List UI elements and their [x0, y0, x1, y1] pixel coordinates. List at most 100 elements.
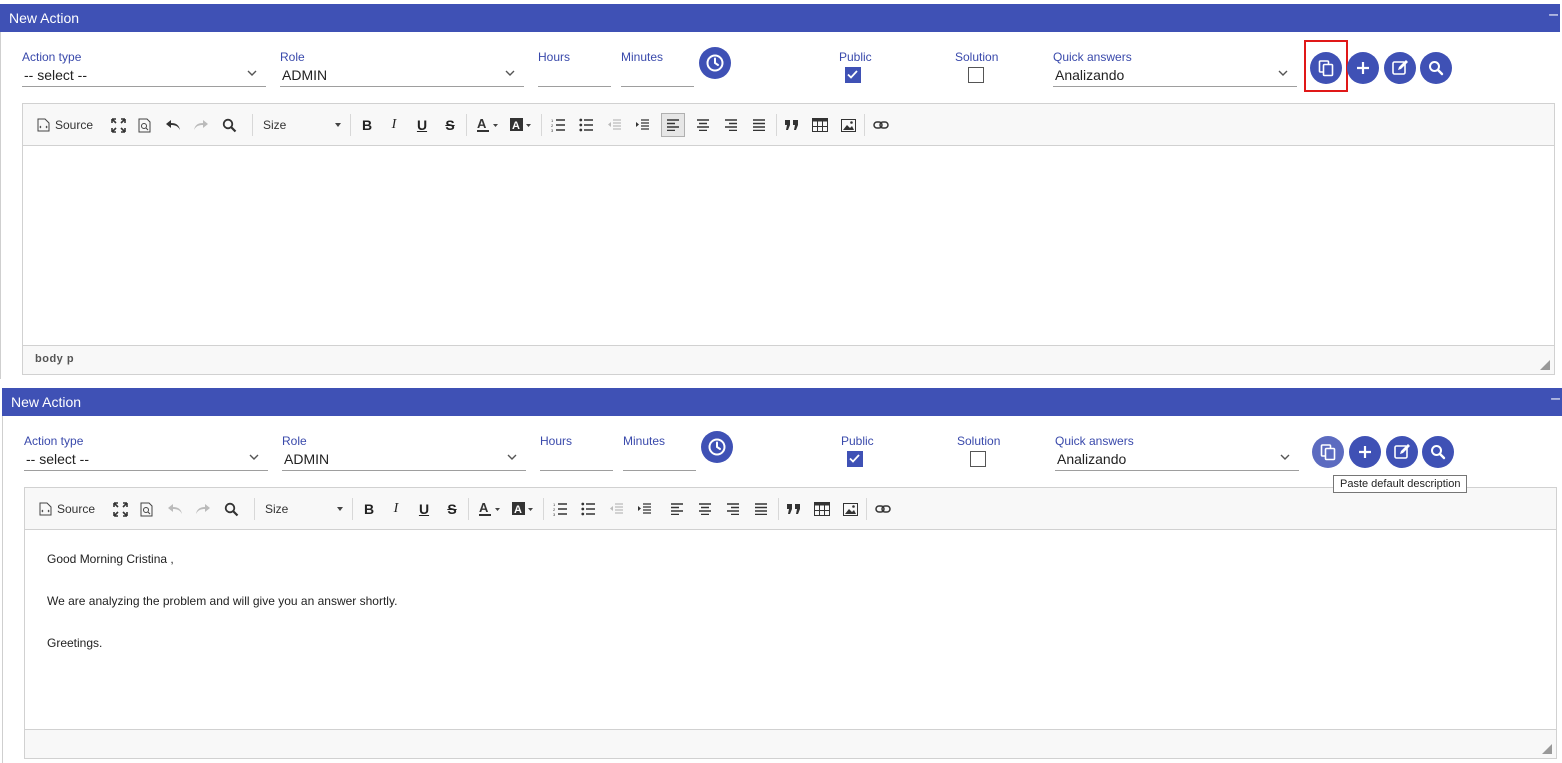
- minimize-button[interactable]: –: [1549, 7, 1558, 23]
- chevron-down-icon: [1280, 454, 1290, 460]
- maximize-button[interactable]: [109, 116, 127, 134]
- bold-button[interactable]: B: [358, 116, 376, 134]
- quick-answers-select[interactable]: Analizando: [1053, 65, 1297, 87]
- role-select[interactable]: ADMIN: [282, 449, 526, 471]
- underline-icon: U: [418, 501, 430, 517]
- maximize-button[interactable]: [111, 500, 129, 518]
- minutes-label: Minutes: [621, 50, 664, 64]
- indent-button[interactable]: [635, 500, 653, 518]
- indent-button[interactable]: [633, 116, 651, 134]
- search-button[interactable]: [1422, 436, 1454, 468]
- content-paragraph: We are analyzing the problem and will gi…: [47, 594, 398, 608]
- edit-button[interactable]: [1386, 436, 1418, 468]
- undo-button[interactable]: [166, 500, 184, 518]
- editor-statusbar: [25, 729, 1556, 758]
- underline-button[interactable]: U: [413, 116, 431, 134]
- outdent-icon: [609, 503, 623, 514]
- strikethrough-button[interactable]: S: [441, 116, 459, 134]
- preview-button[interactable]: [136, 116, 154, 134]
- resize-handle-icon[interactable]: [1542, 744, 1552, 754]
- outdent-button[interactable]: [605, 116, 623, 134]
- undo-button[interactable]: [164, 116, 182, 134]
- table-icon: [814, 502, 830, 516]
- checkmark-icon: [849, 454, 860, 463]
- redo-icon: [196, 504, 210, 514]
- public-checkbox[interactable]: [847, 451, 863, 467]
- clock-button[interactable]: [701, 431, 733, 463]
- bullet-list-button[interactable]: [579, 500, 597, 518]
- resize-handle-icon[interactable]: [1540, 360, 1550, 370]
- align-center-button[interactable]: [696, 500, 714, 518]
- text-color-button[interactable]: A: [477, 500, 503, 518]
- bullet-list-button[interactable]: [577, 116, 595, 134]
- background-color-button[interactable]: A: [508, 116, 534, 134]
- add-button[interactable]: [1349, 436, 1381, 468]
- minutes-input[interactable]: [621, 65, 694, 87]
- italic-button[interactable]: I: [387, 500, 405, 518]
- blockquote-button[interactable]: [783, 116, 801, 134]
- source-button[interactable]: Source: [37, 116, 93, 134]
- clock-button[interactable]: [699, 47, 731, 79]
- size-dropdown[interactable]: Size: [263, 116, 343, 134]
- action-type-select[interactable]: -- select --: [22, 65, 266, 87]
- clock-icon: [706, 54, 724, 72]
- find-button[interactable]: [222, 500, 240, 518]
- image-button[interactable]: [841, 500, 859, 518]
- numbered-list-button[interactable]: 123: [551, 500, 569, 518]
- justify-button[interactable]: [752, 500, 770, 518]
- indent-icon: [637, 503, 651, 514]
- preview-button[interactable]: [138, 500, 156, 518]
- find-button[interactable]: [220, 116, 238, 134]
- text-color-button[interactable]: A: [475, 116, 501, 134]
- paste-default-description-button[interactable]: [1312, 436, 1344, 468]
- numbered-list-icon: 123: [553, 502, 567, 516]
- source-button[interactable]: Source: [39, 500, 95, 518]
- rich-text-editor: Source Size B I U S A A 123: [24, 487, 1557, 759]
- redo-button[interactable]: [194, 500, 212, 518]
- image-icon: [842, 502, 858, 516]
- link-button[interactable]: [874, 500, 892, 518]
- search-button[interactable]: [1420, 52, 1452, 84]
- link-button[interactable]: [872, 116, 890, 134]
- size-dropdown[interactable]: Size: [265, 500, 345, 518]
- quick-answers-select[interactable]: Analizando: [1055, 449, 1299, 471]
- public-checkbox[interactable]: [845, 67, 861, 83]
- image-button[interactable]: [839, 116, 857, 134]
- add-button[interactable]: [1347, 52, 1379, 84]
- hours-input[interactable]: [538, 65, 611, 87]
- quote-icon: [785, 120, 798, 130]
- bold-button[interactable]: B: [360, 500, 378, 518]
- action-type-select[interactable]: -- select --: [24, 449, 268, 471]
- table-button[interactable]: [813, 500, 831, 518]
- chevron-down-icon: [1278, 70, 1288, 76]
- italic-button[interactable]: I: [385, 116, 403, 134]
- source-icon: [39, 502, 52, 516]
- new-action-panel: New Action – Action type -- select -- Ro…: [0, 0, 1562, 379]
- solution-checkbox[interactable]: [968, 67, 984, 83]
- minutes-input[interactable]: [623, 449, 696, 471]
- align-right-button[interactable]: [722, 116, 740, 134]
- numbered-list-button[interactable]: 123: [549, 116, 567, 134]
- element-path[interactable]: body p: [35, 353, 74, 365]
- role-select[interactable]: ADMIN: [280, 65, 524, 87]
- align-center-button[interactable]: [694, 116, 712, 134]
- panel-header: New Action –: [0, 4, 1560, 32]
- strikethrough-button[interactable]: S: [443, 500, 461, 518]
- editor-content[interactable]: [23, 146, 1554, 346]
- editor-content[interactable]: Good Morning Cristina , We are analyzing…: [25, 530, 1556, 730]
- hours-input[interactable]: [540, 449, 613, 471]
- edit-button[interactable]: [1384, 52, 1416, 84]
- solution-checkbox[interactable]: [970, 451, 986, 467]
- align-left-button[interactable]: [668, 500, 686, 518]
- outdent-button[interactable]: [607, 500, 625, 518]
- redo-button[interactable]: [192, 116, 210, 134]
- align-left-button[interactable]: [661, 113, 685, 137]
- background-color-button[interactable]: A: [510, 500, 536, 518]
- minimize-button[interactable]: –: [1551, 391, 1560, 407]
- table-button[interactable]: [811, 116, 829, 134]
- align-right-button[interactable]: [724, 500, 742, 518]
- align-center-icon: [699, 503, 711, 515]
- underline-button[interactable]: U: [415, 500, 433, 518]
- justify-button[interactable]: [750, 116, 768, 134]
- blockquote-button[interactable]: [785, 500, 803, 518]
